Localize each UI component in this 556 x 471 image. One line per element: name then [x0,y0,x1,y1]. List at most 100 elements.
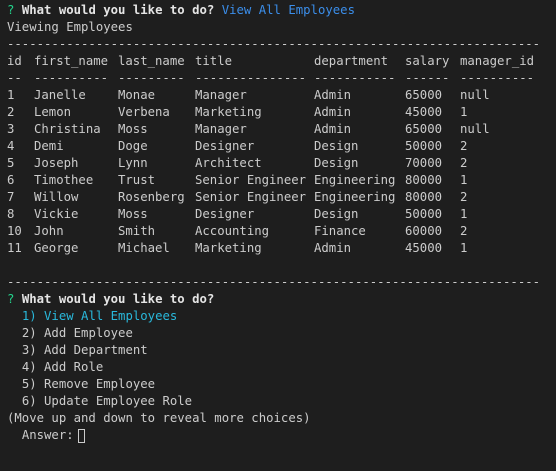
table-cell: Janelle [34,88,86,102]
table-cell: 65000 [405,88,443,102]
table-cell: George [34,241,79,255]
terminal-window[interactable]: ? What would you like to do? View All Em… [0,0,556,471]
table-cell: Engineering [314,190,396,204]
table-cell: 1 [460,207,468,221]
choice-item[interactable]: 6) Update Employee Role [7,393,556,410]
table-cell: Moss [118,207,148,221]
table-cell: Admin [314,122,352,136]
prompt-question: What would you like to do? [21,3,215,17]
table-cell: Monae [118,88,156,102]
table-cell: Vickie [34,207,79,221]
table-cell: Marketing [195,241,262,255]
table-cell: title [195,54,233,68]
choice-item[interactable]: 5) Remove Employee [7,376,556,393]
table-row: 2 Lemon Verbena Marketing Admin 45000 1 [7,104,556,121]
prompt-line-2: ? What would you like to do? [7,291,556,308]
table-cell: manager_id [460,54,535,68]
text-cursor[interactable] [77,428,85,443]
table-cell: 50000 [405,139,443,153]
table-cell: 1 [460,241,468,255]
table-header-underline: -- ---------- --------- --------------- ----… [7,70,556,87]
divider-bottom: ----------------------------------------… [7,275,541,289]
employees-table: id first_name last_name title department sala… [7,53,556,257]
table-row: 3 Christina Moss Manager Admin 65000 null [7,121,556,138]
table-cell: Senior Engineer [195,190,307,204]
hint-text: (Move up and down to reveal more choices… [7,411,311,425]
table-cell: Design [314,207,359,221]
table-cell: Willow [34,190,79,204]
table-row: 6 Timothee Trust Senior Engineer Engineering… [7,172,556,189]
choice-item[interactable]: 3) Add Department [7,342,556,359]
table-cell: 2 [7,105,15,119]
table-cell: ----------- [314,71,396,85]
table-cell: 1 [460,173,468,187]
table-row: 11 George Michael Marketing Admin 45000 1 [7,240,556,257]
table-row: 7 Willow Rosenberg Senior Engineer Engineeri… [7,189,556,206]
table-cell: null [460,88,490,102]
table-row: 10 John Smith Accounting Finance 60000 2 [7,223,556,240]
table-cell: 2 [460,139,468,153]
choice-label: 5) Remove Employee [21,377,156,391]
choice-item[interactable]: 2) Add Employee [7,325,556,342]
table-cell: Admin [314,241,352,255]
table-cell: 5 [7,156,15,170]
table-cell: 2 [460,224,468,238]
table-cell: Accounting [195,224,270,238]
table-cell: 11 [7,241,22,255]
table-cell: Michael [118,241,170,255]
choice-label: 6) Update Employee Role [21,394,193,408]
table-cell: Trust [118,173,156,187]
table-cell: null [460,122,490,136]
table-cell: 2 [460,156,468,170]
table-cell: 10 [7,224,22,238]
table-cell: Engineering [314,173,396,187]
table-cell: 45000 [405,241,443,255]
table-cell: Doge [118,139,148,153]
table-row: 5 Joseph Lynn Architect Design 70000 2 [7,155,556,172]
table-cell: last_name [118,54,185,68]
table-cell: Architect [195,156,262,170]
table-cell: Designer [195,207,255,221]
table-cell: 4 [7,139,15,153]
choice-label: 4) Add Role [21,360,104,374]
table-row: 4 Demi Doge Designer Design 50000 2 [7,138,556,155]
prompt-line-1: ? What would you like to do? View All Em… [7,2,556,19]
table-cell: 80000 [405,173,443,187]
choice-label: 2) Add Employee [21,326,133,340]
table-cell: 45000 [405,105,443,119]
table-cell: Manager [195,122,247,136]
table-cell: Demi [34,139,64,153]
answer-label: Answer: [21,428,74,442]
prompt-question: What would you like to do? [21,292,215,306]
table-cell: 2 [460,190,468,204]
table-cell: 80000 [405,190,443,204]
table-cell: Smith [118,224,156,238]
table-cell: Timothee [34,173,94,187]
table-cell: Rosenberg [118,190,185,204]
table-cell: 65000 [405,122,443,136]
table-cell: department [314,54,389,68]
prompt-marker: ? [7,3,15,17]
table-cell: Manager [195,88,247,102]
table-cell: 70000 [405,156,443,170]
choice-item[interactable]: 4) Add Role [7,359,556,376]
choice-label: 3) Add Department [21,343,148,357]
table-cell: 7 [7,190,15,204]
table-cell: 50000 [405,207,443,221]
table-cell: John [34,224,64,238]
table-header-row: id first_name last_name title department sala… [7,53,556,70]
table-cell: Lynn [118,156,148,170]
table-cell: Design [314,139,359,153]
table-row: 8 Vickie Moss Designer Design 50000 1 [7,206,556,223]
choice-item-selected[interactable]: 1) View All Employees [7,308,556,325]
table-cell: ------ [405,71,450,85]
choice-label: 1) View All Employees [21,309,178,323]
table-cell: Senior Engineer [195,173,307,187]
table-row: 1 Janelle Monae Manager Admin 65000 null [7,87,556,104]
table-cell: 1 [7,88,15,102]
table-cell: Verbena [118,105,170,119]
table-cell: --------- [118,71,185,85]
table-cell: 6 [7,173,15,187]
table-cell: Joseph [34,156,79,170]
